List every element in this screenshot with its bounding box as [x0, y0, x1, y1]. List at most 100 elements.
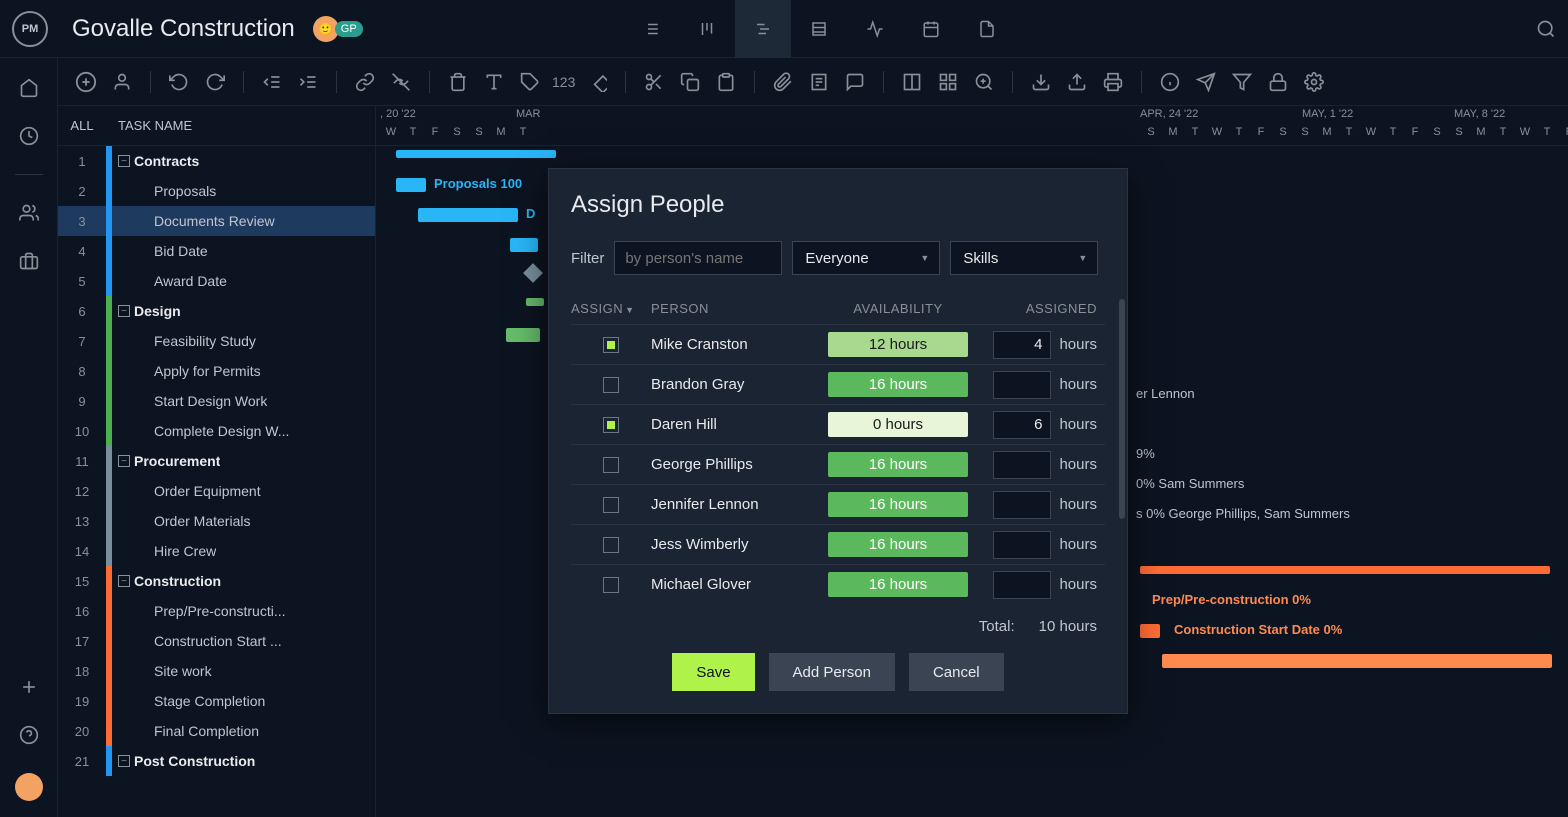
expand-icon[interactable]: − — [118, 155, 130, 167]
user-avatar[interactable] — [15, 773, 43, 801]
note-icon[interactable] — [805, 68, 833, 96]
send-icon[interactable] — [1192, 68, 1220, 96]
person-icon[interactable] — [108, 68, 136, 96]
filter-name-input[interactable] — [614, 241, 782, 275]
task-row[interactable]: 4 Bid Date — [58, 236, 375, 266]
briefcase-icon[interactable] — [19, 251, 39, 271]
tag-icon[interactable] — [516, 68, 544, 96]
scrollbar[interactable] — [1119, 299, 1125, 519]
task-row[interactable]: 2 Proposals — [58, 176, 375, 206]
lock-icon[interactable] — [1264, 68, 1292, 96]
diamond-icon[interactable] — [583, 68, 611, 96]
assigned-hours-input[interactable] — [993, 491, 1051, 519]
cut-icon[interactable] — [640, 68, 668, 96]
export-icon[interactable] — [1063, 68, 1091, 96]
task-row[interactable]: 3 Documents Review — [58, 206, 375, 236]
task-row[interactable]: 11 −Procurement — [58, 446, 375, 476]
logo[interactable]: PM — [12, 11, 48, 47]
task-row[interactable]: 12 Order Equipment — [58, 476, 375, 506]
save-button[interactable]: Save — [672, 653, 754, 691]
col-person-header[interactable]: PERSON — [651, 301, 823, 316]
view-list-icon[interactable] — [623, 0, 679, 58]
home-icon[interactable] — [19, 78, 39, 98]
copy-icon[interactable] — [676, 68, 704, 96]
assign-checkbox[interactable] — [603, 457, 619, 473]
filter-skills-select[interactable]: Skills — [950, 241, 1098, 275]
assigned-hours-input[interactable] — [993, 571, 1051, 599]
task-row[interactable]: 10 Complete Design W... — [58, 416, 375, 446]
view-board-icon[interactable] — [679, 0, 735, 58]
assigned-hours-input[interactable] — [993, 331, 1051, 359]
task-row[interactable]: 9 Start Design Work — [58, 386, 375, 416]
task-row[interactable]: 14 Hire Crew — [58, 536, 375, 566]
gantt-bar[interactable] — [1162, 654, 1552, 668]
assigned-hours-input[interactable] — [993, 531, 1051, 559]
task-row[interactable]: 19 Stage Completion — [58, 686, 375, 716]
paste-icon[interactable] — [712, 68, 740, 96]
cancel-button[interactable]: Cancel — [909, 653, 1004, 691]
search-icon[interactable] — [1536, 19, 1556, 39]
col-availability-header[interactable]: AVAILABILITY — [823, 301, 973, 316]
team-icon[interactable] — [19, 203, 39, 223]
expand-icon[interactable]: − — [118, 305, 130, 317]
print-icon[interactable] — [1099, 68, 1127, 96]
task-row[interactable]: 7 Feasibility Study — [58, 326, 375, 356]
filter-everyone-select[interactable]: Everyone — [792, 241, 940, 275]
project-members[interactable]: 🙂 GP — [313, 16, 363, 42]
task-row[interactable]: 6 −Design — [58, 296, 375, 326]
assign-checkbox[interactable] — [603, 497, 619, 513]
gantt-bar[interactable] — [526, 298, 544, 306]
info-icon[interactable] — [1156, 68, 1184, 96]
assign-checkbox[interactable] — [603, 537, 619, 553]
assigned-hours-input[interactable] — [993, 451, 1051, 479]
assigned-hours-input[interactable] — [993, 411, 1051, 439]
import-icon[interactable] — [1027, 68, 1055, 96]
expand-icon[interactable]: − — [118, 755, 130, 767]
assign-checkbox[interactable] — [603, 417, 619, 433]
add-icon[interactable] — [72, 68, 100, 96]
view-calendar-icon[interactable] — [903, 0, 959, 58]
indent-icon[interactable] — [294, 68, 322, 96]
task-row[interactable]: 1 −Contracts — [58, 146, 375, 176]
unlink-icon[interactable] — [387, 68, 415, 96]
gantt-bar[interactable] — [1140, 624, 1160, 638]
assign-checkbox[interactable] — [603, 337, 619, 353]
text-icon[interactable] — [480, 68, 508, 96]
comment-icon[interactable] — [841, 68, 869, 96]
col-assign-header[interactable]: ASSIGN▼ — [571, 301, 651, 316]
assign-checkbox[interactable] — [603, 577, 619, 593]
task-row[interactable]: 18 Site work — [58, 656, 375, 686]
assigned-hours-input[interactable] — [993, 371, 1051, 399]
zoom-icon[interactable] — [970, 68, 998, 96]
gantt-bar[interactable] — [1140, 566, 1550, 574]
task-row[interactable]: 8 Apply for Permits — [58, 356, 375, 386]
task-row[interactable]: 21 −Post Construction — [58, 746, 375, 776]
grid-icon[interactable] — [934, 68, 962, 96]
all-column-header[interactable]: ALL — [58, 118, 106, 133]
view-sheet-icon[interactable] — [791, 0, 847, 58]
help-icon[interactable] — [19, 725, 39, 745]
redo-icon[interactable] — [201, 68, 229, 96]
task-row[interactable]: 16 Prep/Pre-constructi... — [58, 596, 375, 626]
view-activity-icon[interactable] — [847, 0, 903, 58]
task-row[interactable]: 15 −Construction — [58, 566, 375, 596]
view-file-icon[interactable] — [959, 0, 1015, 58]
filter-icon[interactable] — [1228, 68, 1256, 96]
task-row[interactable]: 17 Construction Start ... — [58, 626, 375, 656]
gantt-bar[interactable] — [418, 208, 518, 222]
expand-icon[interactable]: − — [118, 575, 130, 587]
expand-icon[interactable]: − — [118, 455, 130, 467]
add-person-button[interactable]: Add Person — [769, 653, 895, 691]
gantt-bar[interactable] — [510, 238, 538, 252]
view-gantt-icon[interactable] — [735, 0, 791, 58]
link-icon[interactable] — [351, 68, 379, 96]
outdent-icon[interactable] — [258, 68, 286, 96]
attach-icon[interactable] — [769, 68, 797, 96]
task-row[interactable]: 20 Final Completion — [58, 716, 375, 746]
undo-icon[interactable] — [165, 68, 193, 96]
task-row[interactable]: 13 Order Materials — [58, 506, 375, 536]
col-assigned-header[interactable]: ASSIGNED — [973, 301, 1105, 316]
assign-checkbox[interactable] — [603, 377, 619, 393]
gantt-bar[interactable] — [396, 178, 426, 192]
gantt-bar[interactable] — [506, 328, 540, 342]
